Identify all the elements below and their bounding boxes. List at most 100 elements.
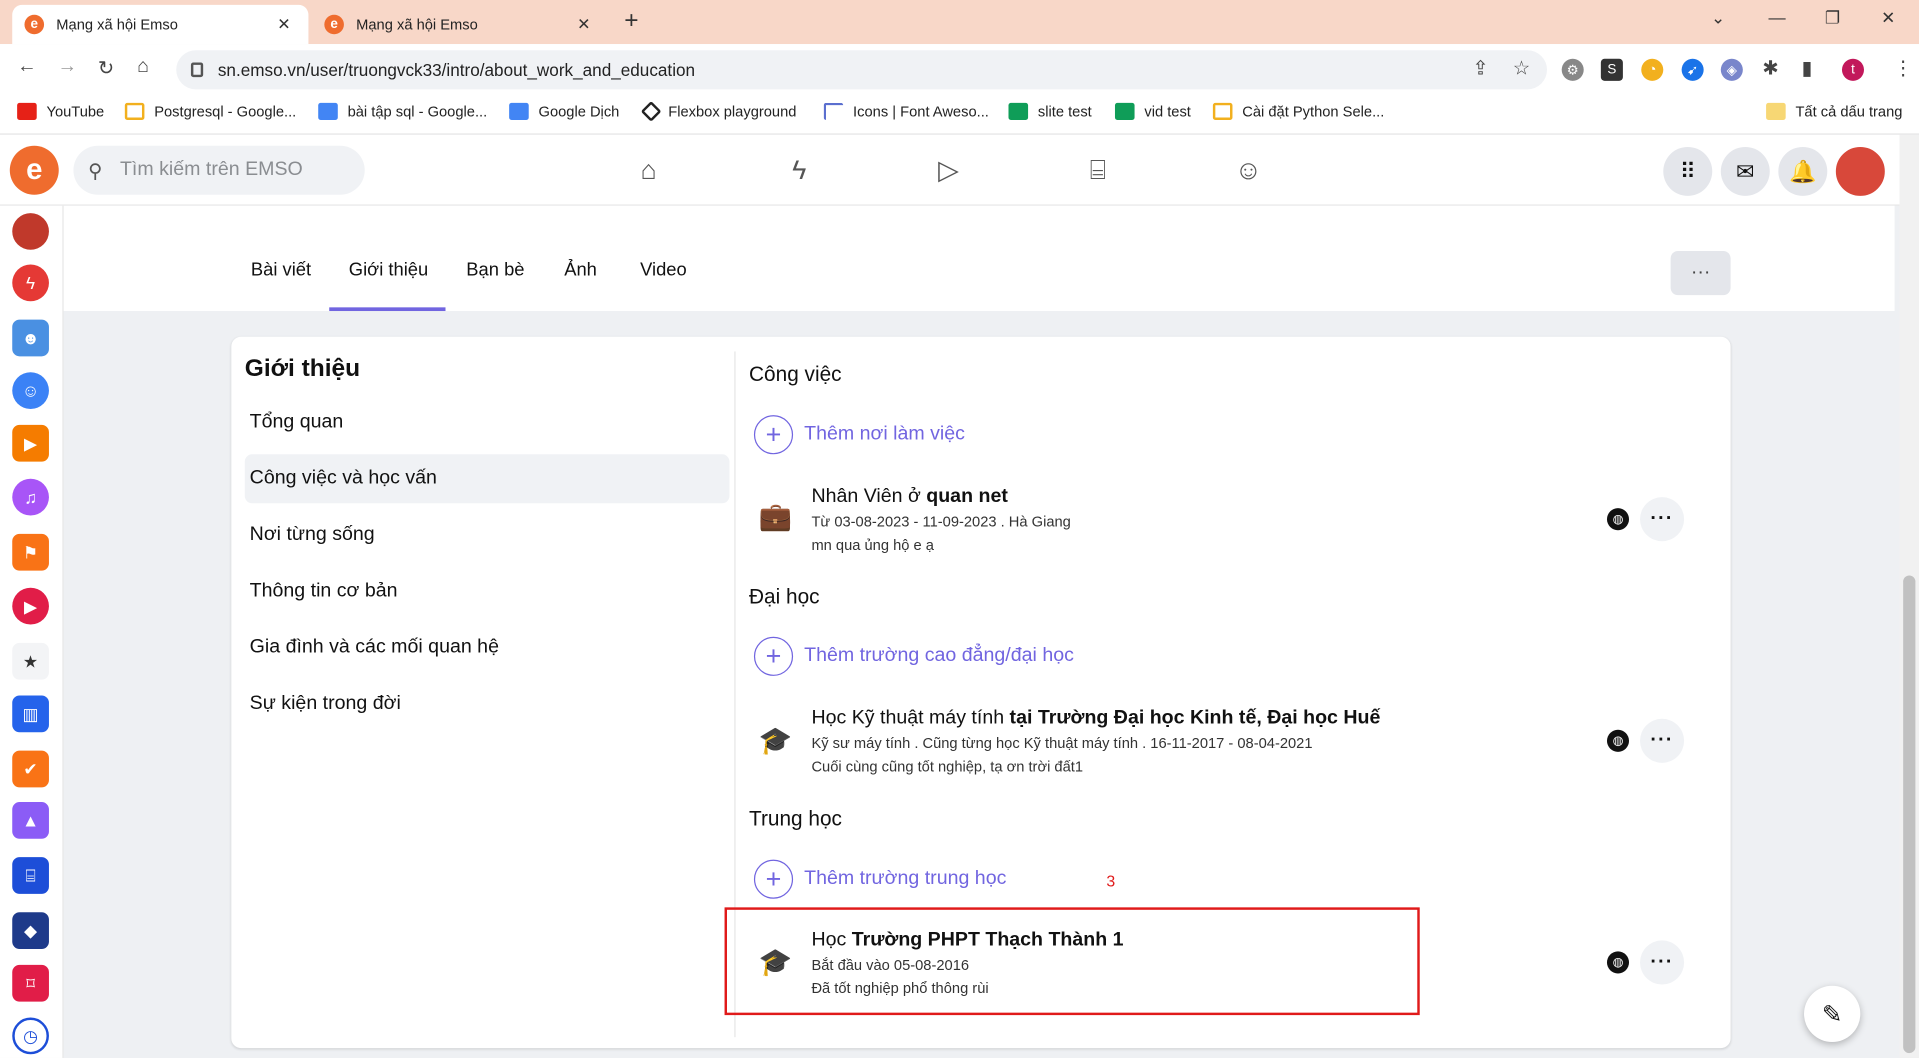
browser-toolbar: ← → ↻ ⌂ sn.emso.vn/user/truongvck33/intr…: [0, 44, 1919, 96]
apps-grid-icon[interactable]: ⠿: [1663, 146, 1713, 196]
close-tab-icon[interactable]: ✕: [272, 15, 296, 35]
bookmark-star-icon[interactable]: ☆: [1513, 56, 1531, 80]
university-entry-details: Kỹ sư máy tính . Cũng từng học Kỹ thuật …: [811, 734, 1313, 752]
lock-icon[interactable]: [190, 62, 204, 78]
menu-basic-info[interactable]: Thông tin cơ bản: [245, 567, 730, 616]
recruit-icon[interactable]: ✔: [12, 750, 49, 788]
restore-icon[interactable]: ❐: [1825, 7, 1840, 28]
intro-title: Giới thiệu: [244, 355, 361, 383]
bookmark-font-awesome[interactable]: Icons | Font Aweso...: [823, 102, 989, 121]
add-university-button[interactable]: + Thêm trường cao đẳng/đại học: [753, 636, 1074, 676]
extensions-puzzle-icon[interactable]: ✱: [1762, 56, 1778, 80]
home-browser-icon[interactable]: ⌂: [137, 56, 149, 78]
extension-gear-icon[interactable]: ⚙: [1561, 58, 1584, 81]
bookmark-postgresql[interactable]: Postgresql - Google...: [124, 102, 296, 121]
bolt-icon[interactable]: ϟ: [12, 264, 49, 302]
groups-icon[interactable]: ☺: [12, 372, 49, 409]
menu-family-relationships[interactable]: Gia đình và các mối quan hệ: [245, 623, 730, 672]
menu-life-events[interactable]: Sự kiện trong đời: [245, 680, 730, 729]
extension-clock-icon[interactable]: ◔: [1641, 58, 1664, 81]
courses-icon[interactable]: ▲: [12, 802, 49, 839]
globe-privacy-icon[interactable]: ◍: [1606, 508, 1630, 531]
university-entry-more-button[interactable]: ···: [1640, 718, 1685, 763]
coin-icon[interactable]: ◆: [12, 912, 49, 949]
bookmark-google-translate[interactable]: Google Dịch: [509, 102, 619, 121]
search-input[interactable]: ⚲ Tìm kiếm trên EMSO: [73, 145, 365, 195]
tab-photos[interactable]: Ảnh: [564, 260, 597, 281]
store-icon[interactable]: ⌸: [1078, 151, 1117, 190]
bookmark-slite[interactable]: slite test: [1008, 102, 1092, 121]
profile-more-button[interactable]: ···: [1670, 251, 1731, 296]
menu-overview[interactable]: Tổng quan: [245, 398, 730, 447]
bookmark-python-selenium[interactable]: Cài đặt Python Sele...: [1212, 102, 1384, 121]
bolt-icon[interactable]: ϟ: [780, 151, 819, 190]
marketplace-icon[interactable]: ⌸: [12, 857, 49, 894]
share-icon[interactable]: ⇪: [1472, 56, 1488, 80]
tab-friends[interactable]: Bạn bè: [466, 260, 524, 281]
address-bar[interactable]: sn.emso.vn/user/truongvck33/intro/about_…: [176, 50, 1548, 90]
add-highschool-button[interactable]: + Thêm trường trung học: [753, 859, 1006, 899]
scrollbar-thumb[interactable]: [1903, 575, 1916, 1054]
user-avatar[interactable]: [1835, 146, 1885, 196]
live-icon[interactable]: ▶: [12, 587, 49, 625]
close-window-icon[interactable]: ✕: [1881, 7, 1895, 28]
work-entry: 💼 Nhân Viên ở quan net Từ 03-08-2023 - 1…: [759, 486, 1701, 559]
new-tab-button[interactable]: +: [624, 7, 638, 35]
bookmark-vid-test[interactable]: vid test: [1114, 102, 1191, 121]
work-entry-more-button[interactable]: ···: [1640, 497, 1685, 542]
home-icon[interactable]: ⌂: [629, 151, 668, 190]
extension-shield-icon[interactable]: ◈: [1720, 58, 1743, 81]
bookmark-sql-doc[interactable]: bài tập sql - Google...: [318, 102, 487, 121]
youtube-icon: [17, 102, 37, 121]
highschool-entry-more-button[interactable]: ···: [1640, 940, 1685, 985]
minimize-icon[interactable]: —: [1769, 7, 1786, 27]
browser-tab-1[interactable]: e Mạng xã hội Emso ✕: [12, 4, 309, 45]
tab-about[interactable]: Giới thiệu: [349, 260, 428, 281]
browser-menu-icon[interactable]: ⋮: [1893, 56, 1913, 80]
profile-avatar[interactable]: t: [1841, 58, 1864, 81]
tab-search-icon[interactable]: ⌄: [1711, 7, 1725, 28]
tab-video[interactable]: Video: [640, 260, 687, 281]
pages-flag-icon[interactable]: ⚑: [12, 533, 49, 571]
tab-posts[interactable]: Bài viết: [251, 260, 311, 281]
messenger-icon[interactable]: ✉: [1720, 146, 1770, 196]
extension-selenium-icon[interactable]: S: [1600, 58, 1623, 81]
add-workplace-button[interactable]: + Thêm nơi làm việc: [753, 415, 965, 455]
menu-work-education[interactable]: Công việc và học vấn: [244, 454, 730, 504]
extension-compass-icon[interactable]: ➹: [1681, 58, 1704, 81]
menu-places-lived[interactable]: Nơi từng sống: [245, 511, 730, 560]
back-icon[interactable]: ←: [17, 56, 37, 78]
history-clock-icon[interactable]: ◷: [12, 1017, 49, 1055]
music-icon[interactable]: ♫: [12, 478, 49, 516]
plus-icon: +: [753, 636, 794, 676]
saved-bookmark-icon[interactable]: ⌑: [12, 964, 49, 1002]
work-heading: Công việc: [749, 362, 842, 386]
browser-tab-bar: e Mạng xã hội Emso ✕ e Mạng xã hội Emso …: [0, 0, 1919, 45]
profile-avatar-icon[interactable]: [12, 213, 49, 250]
highschool-heading: Trung học: [749, 806, 842, 831]
watch-icon[interactable]: ▶: [12, 424, 49, 462]
forward-icon[interactable]: →: [58, 56, 78, 78]
emso-logo[interactable]: e: [9, 145, 59, 195]
bookmark-youtube[interactable]: YouTube: [17, 102, 104, 121]
add-university-label: Thêm trường cao đẳng/đại học: [804, 645, 1074, 667]
all-bookmarks[interactable]: Tất cả dấu trang: [1766, 102, 1902, 121]
browser-tab-2[interactable]: e Mạng xã hội Emso ✕: [312, 5, 608, 44]
bookmark-flexbox[interactable]: Flexbox playground: [640, 101, 796, 122]
events-icon[interactable]: ★: [12, 642, 49, 680]
globe-privacy-icon[interactable]: ◍: [1606, 951, 1630, 974]
compose-edit-icon[interactable]: ✎: [1804, 985, 1861, 1043]
friends-icon[interactable]: ☻: [12, 319, 49, 357]
stats-icon[interactable]: ▥: [12, 695, 49, 733]
codepen-icon: [640, 101, 662, 122]
groups-icon[interactable]: ☺: [1229, 151, 1268, 190]
side-panel-icon[interactable]: ▮: [1802, 56, 1813, 80]
notification-bell-icon[interactable]: 🔔: [1778, 146, 1828, 196]
reload-icon[interactable]: ↻: [98, 56, 114, 80]
work-entry-description: mn qua ủng hộ e ạ: [811, 536, 934, 554]
university-entry-title: Học Kỹ thuật máy tính tại Trường Đại học…: [811, 707, 1381, 729]
close-tab-icon[interactable]: ✕: [572, 15, 596, 35]
university-entry: 🎓 Học Kỹ thuật máy tính tại Trường Đại h…: [759, 708, 1701, 781]
video-icon[interactable]: ▷: [929, 151, 968, 190]
globe-privacy-icon[interactable]: ◍: [1606, 729, 1630, 752]
